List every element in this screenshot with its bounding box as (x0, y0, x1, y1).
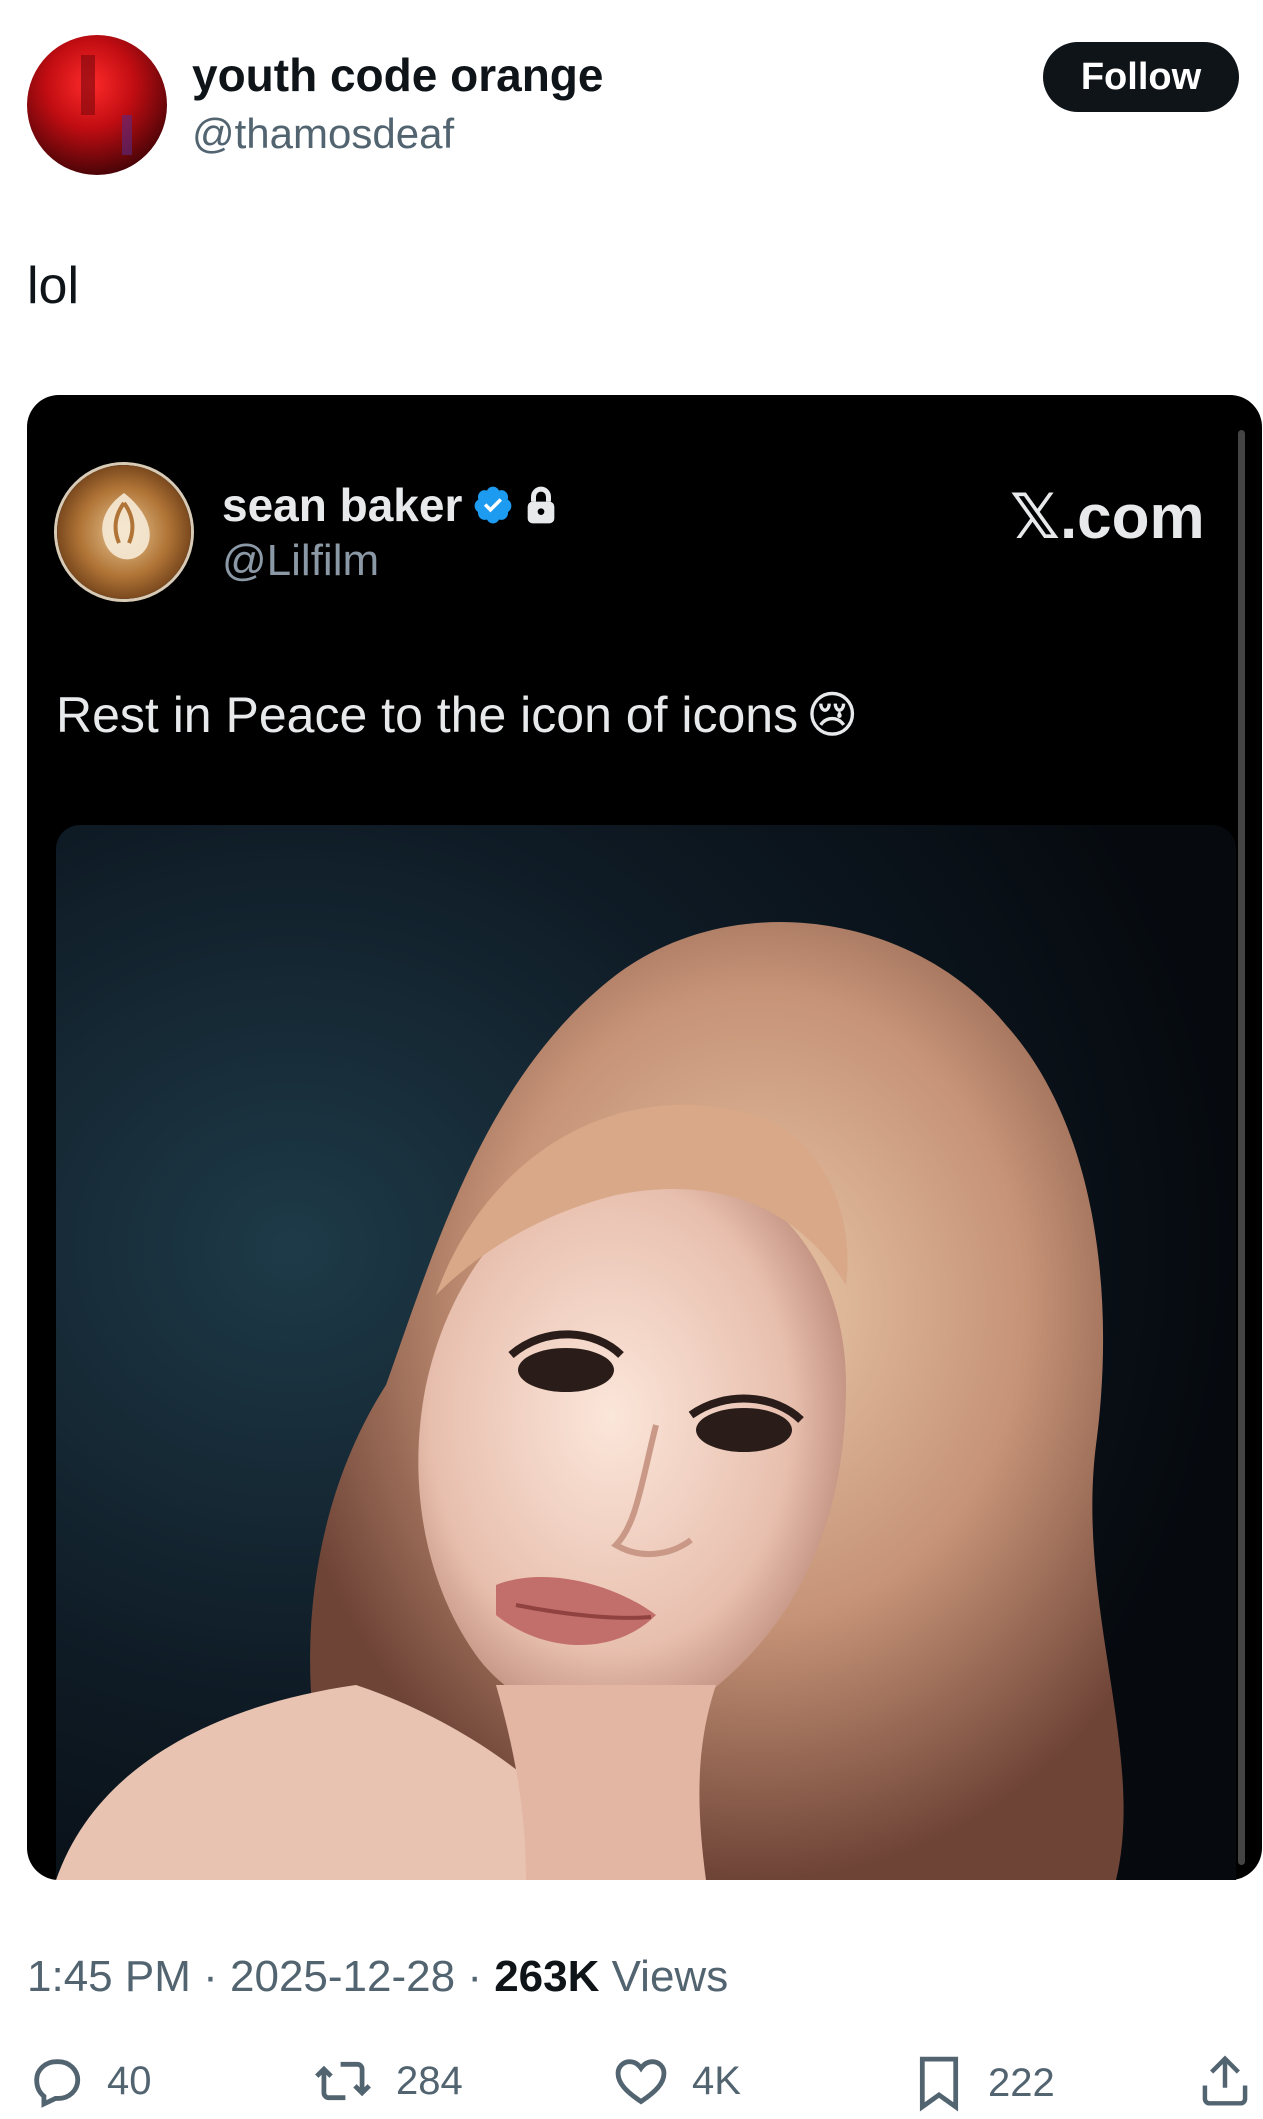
views-label: Views (611, 1952, 729, 2001)
lock-icon (528, 486, 555, 524)
meta-separator: · (467, 1952, 482, 2001)
quoted-post-text: Rest in Peace to the icon of icons 😢 (56, 686, 858, 744)
x-com-watermark: 𝕏.com (1010, 483, 1205, 552)
author-avatar[interactable] (27, 35, 167, 175)
bookmark-count: 222 (988, 2060, 1055, 2105)
author-handle[interactable]: @thamosdeaf (192, 110, 454, 158)
post-date[interactable]: 2025-12-28 (230, 1952, 455, 2001)
quoted-author-handle: @Lilfilm (222, 536, 380, 585)
quoted-post-photo (56, 825, 1236, 1880)
like-count: 4K (692, 2058, 741, 2103)
follow-button[interactable]: Follow (1043, 42, 1239, 112)
like-button[interactable]: 4K (612, 2052, 741, 2110)
quoted-author-name-text: sean baker (222, 479, 463, 531)
quoted-post-text-body: Rest in Peace to the icon of icons (56, 687, 799, 743)
post-time[interactable]: 1:45 PM (27, 1952, 191, 2001)
tweet-text: lol (27, 257, 80, 315)
bookmark-button[interactable]: 222 (912, 2052, 1055, 2114)
quoted-author-name: sean baker (222, 478, 558, 532)
bookmark-icon (919, 2056, 959, 2112)
post-meta: 1:45 PM · 2025-12-28 · 263K Views (27, 1952, 728, 2002)
reply-icon (34, 2059, 81, 2108)
views-count: 263K (494, 1952, 600, 2001)
author-name[interactable]: youth code orange (192, 48, 603, 102)
reply-count: 40 (107, 2058, 152, 2103)
quoted-author-avatar (54, 462, 194, 602)
share-button[interactable] (1198, 2052, 1252, 2110)
repost-count: 284 (396, 2058, 463, 2103)
reply-button[interactable]: 40 (27, 2052, 152, 2110)
crying-face-emoji: 😢 (806, 687, 859, 743)
embedded-scrollbar (1238, 430, 1245, 1865)
repost-icon (315, 2061, 371, 2101)
repost-button[interactable]: 284 (312, 2052, 463, 2110)
share-icon (1202, 2055, 1248, 2106)
meta-separator: · (203, 1952, 218, 2001)
heart-icon (615, 2059, 667, 2105)
verified-badge-icon (475, 486, 512, 524)
